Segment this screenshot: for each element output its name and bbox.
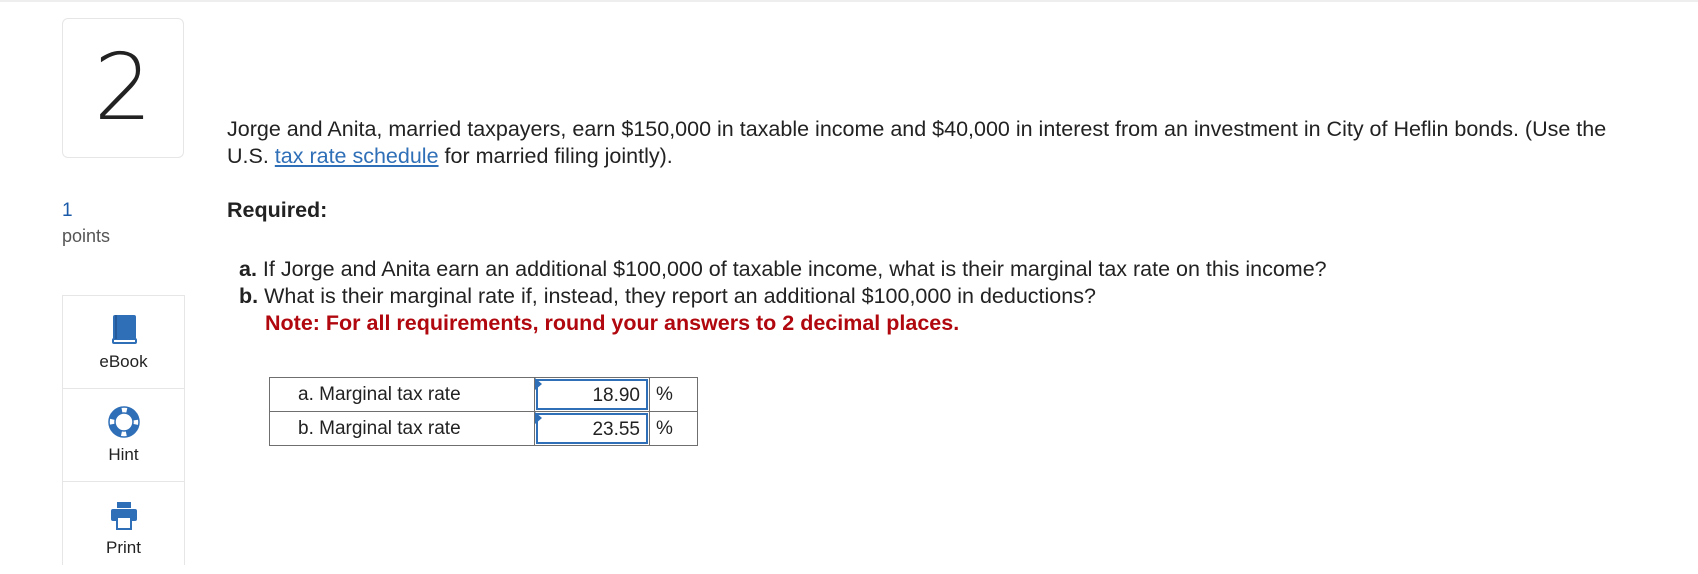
question-number: 2 <box>93 34 153 141</box>
ebook-button[interactable]: eBook <box>63 296 184 389</box>
requirement-b-text: What is their marginal rate if, instead,… <box>264 284 1096 308</box>
answer-b-input[interactable]: 23.55 <box>536 413 648 444</box>
points-value: 1 <box>62 200 73 221</box>
answer-b-cell: 23.55 <box>534 411 650 446</box>
answer-a-cell: 18.90 <box>534 377 650 412</box>
answer-table: a. Marginal tax rate 18.90 % b. Marginal… <box>269 377 698 446</box>
requirement-b: b. What is their marginal rate if, inste… <box>239 283 1327 310</box>
top-divider <box>0 0 1698 2</box>
requirement-a-label: a. <box>239 257 257 281</box>
ebook-label: eBook <box>99 352 148 371</box>
requirement-a: a. If Jorge and Anita earn an additional… <box>239 256 1327 283</box>
answer-b-unit: % <box>649 411 698 446</box>
lifebuoy-icon <box>107 406 140 438</box>
question-text: Jorge and Anita, married taxpayers, earn… <box>227 116 1647 170</box>
required-heading: Required: <box>227 198 328 222</box>
table-row: a. Marginal tax rate 18.90 % <box>269 377 698 412</box>
answer-a-label: a. Marginal tax rate <box>269 377 535 412</box>
question-text-after: for married filing jointly). <box>438 144 673 168</box>
book-icon <box>111 315 137 344</box>
answer-a-unit: % <box>649 377 698 412</box>
rounding-note: Note: For all requirements, round your a… <box>265 311 960 335</box>
requirement-b-label: b. <box>239 284 259 308</box>
printer-icon <box>110 502 137 530</box>
print-button[interactable]: Print <box>63 482 184 574</box>
answer-b-label: b. Marginal tax rate <box>269 411 535 446</box>
print-label: Print <box>106 538 141 557</box>
table-row: b. Marginal tax rate 23.55 % <box>269 411 698 446</box>
requirements-list: a. If Jorge and Anita earn an additional… <box>239 256 1327 337</box>
points-label: points <box>62 226 111 246</box>
question-number-box: 2 <box>62 18 184 158</box>
hint-button[interactable]: Hint <box>63 389 184 482</box>
tools-panel: eBook Hint Print <box>62 295 185 565</box>
requirement-a-text: If Jorge and Anita earn an additional $1… <box>262 257 1327 281</box>
answer-a-input[interactable]: 18.90 <box>536 379 648 410</box>
tax-rate-schedule-link[interactable]: tax rate schedule <box>275 144 439 168</box>
hint-label: Hint <box>108 445 139 464</box>
